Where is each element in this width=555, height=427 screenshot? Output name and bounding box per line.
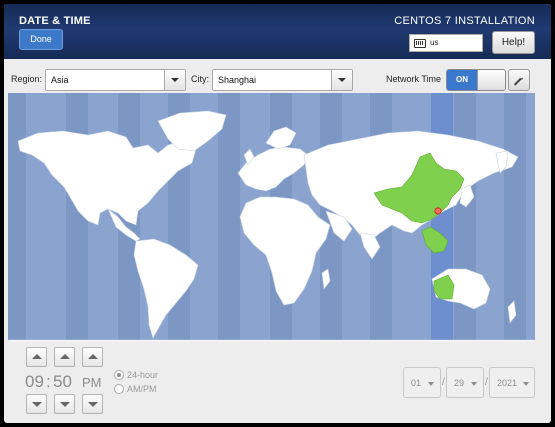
gear-icon [514, 76, 523, 86]
ampm-value: PM [82, 375, 102, 390]
switch-knob[interactable] [477, 70, 505, 90]
date-separator: / [442, 377, 445, 388]
ampm-up-button[interactable] [82, 347, 103, 367]
chevron-down-icon [523, 382, 529, 386]
date-time-window: DATE & TIME Done CENTOS 7 INSTALLATION u… [4, 4, 551, 423]
network-time-state: ON [447, 70, 477, 90]
ampm-radio[interactable] [114, 384, 124, 394]
region-label: Region: [11, 74, 43, 84]
day-combo[interactable]: 29 [446, 367, 484, 398]
minute-value: 50 [53, 372, 72, 391]
hour-value: 09 [25, 372, 44, 391]
24-hour-radio[interactable] [114, 370, 124, 380]
chevron-down-icon [471, 382, 477, 386]
done-button[interactable]: Done [19, 29, 63, 50]
region-value: Asia [51, 75, 69, 85]
chevron-down-icon [428, 382, 434, 386]
minute-down-button[interactable] [54, 394, 75, 414]
ntp-config-button[interactable] [508, 69, 530, 91]
city-dropdown-button[interactable] [331, 70, 352, 90]
keyboard-icon [414, 39, 426, 48]
keyboard-layout-label: us [430, 38, 439, 47]
help-button[interactable]: Help! [492, 31, 535, 54]
city-value: Shanghai [218, 75, 257, 85]
timezone-toolbar: Region: Asia City: Shanghai Network Time… [4, 59, 551, 93]
selected-city-marker [434, 207, 442, 215]
ampm-format-label: AM/PM [127, 384, 157, 394]
ampm-down-button[interactable] [82, 394, 103, 414]
network-time-switch[interactable]: ON [446, 69, 506, 91]
year-value: 2021 [497, 378, 518, 388]
spoke-title: DATE & TIME [19, 15, 91, 27]
hour-down-button[interactable] [26, 394, 47, 414]
region-combo[interactable]: Asia [45, 69, 186, 91]
year-combo[interactable]: 2021 [489, 367, 535, 398]
world-map [8, 93, 535, 342]
hour-up-button[interactable] [26, 347, 47, 367]
month-value: 01 [411, 378, 422, 388]
city-label: City: [191, 74, 209, 84]
date-separator: / [485, 377, 488, 388]
month-combo[interactable]: 01 [403, 367, 441, 398]
24-hour-label: 24-hour [127, 370, 159, 380]
region-dropdown-button[interactable] [164, 70, 185, 90]
minute-up-button[interactable] [54, 347, 75, 367]
keyboard-layout-indicator[interactable]: us [409, 34, 483, 52]
installer-title: CENTOS 7 INSTALLATION [394, 15, 535, 27]
network-time-label: Network Time [386, 74, 442, 84]
header-bar: DATE & TIME Done CENTOS 7 INSTALLATION u… [4, 4, 551, 59]
city-combo[interactable]: Shanghai [212, 69, 353, 91]
day-value: 29 [454, 378, 465, 388]
timezone-map[interactable] [8, 93, 535, 342]
time-date-panel: 09 : 50 PM 24-hour AM/PM 01 / 29 / 2021 [8, 342, 535, 419]
time-separator: : [46, 372, 51, 391]
